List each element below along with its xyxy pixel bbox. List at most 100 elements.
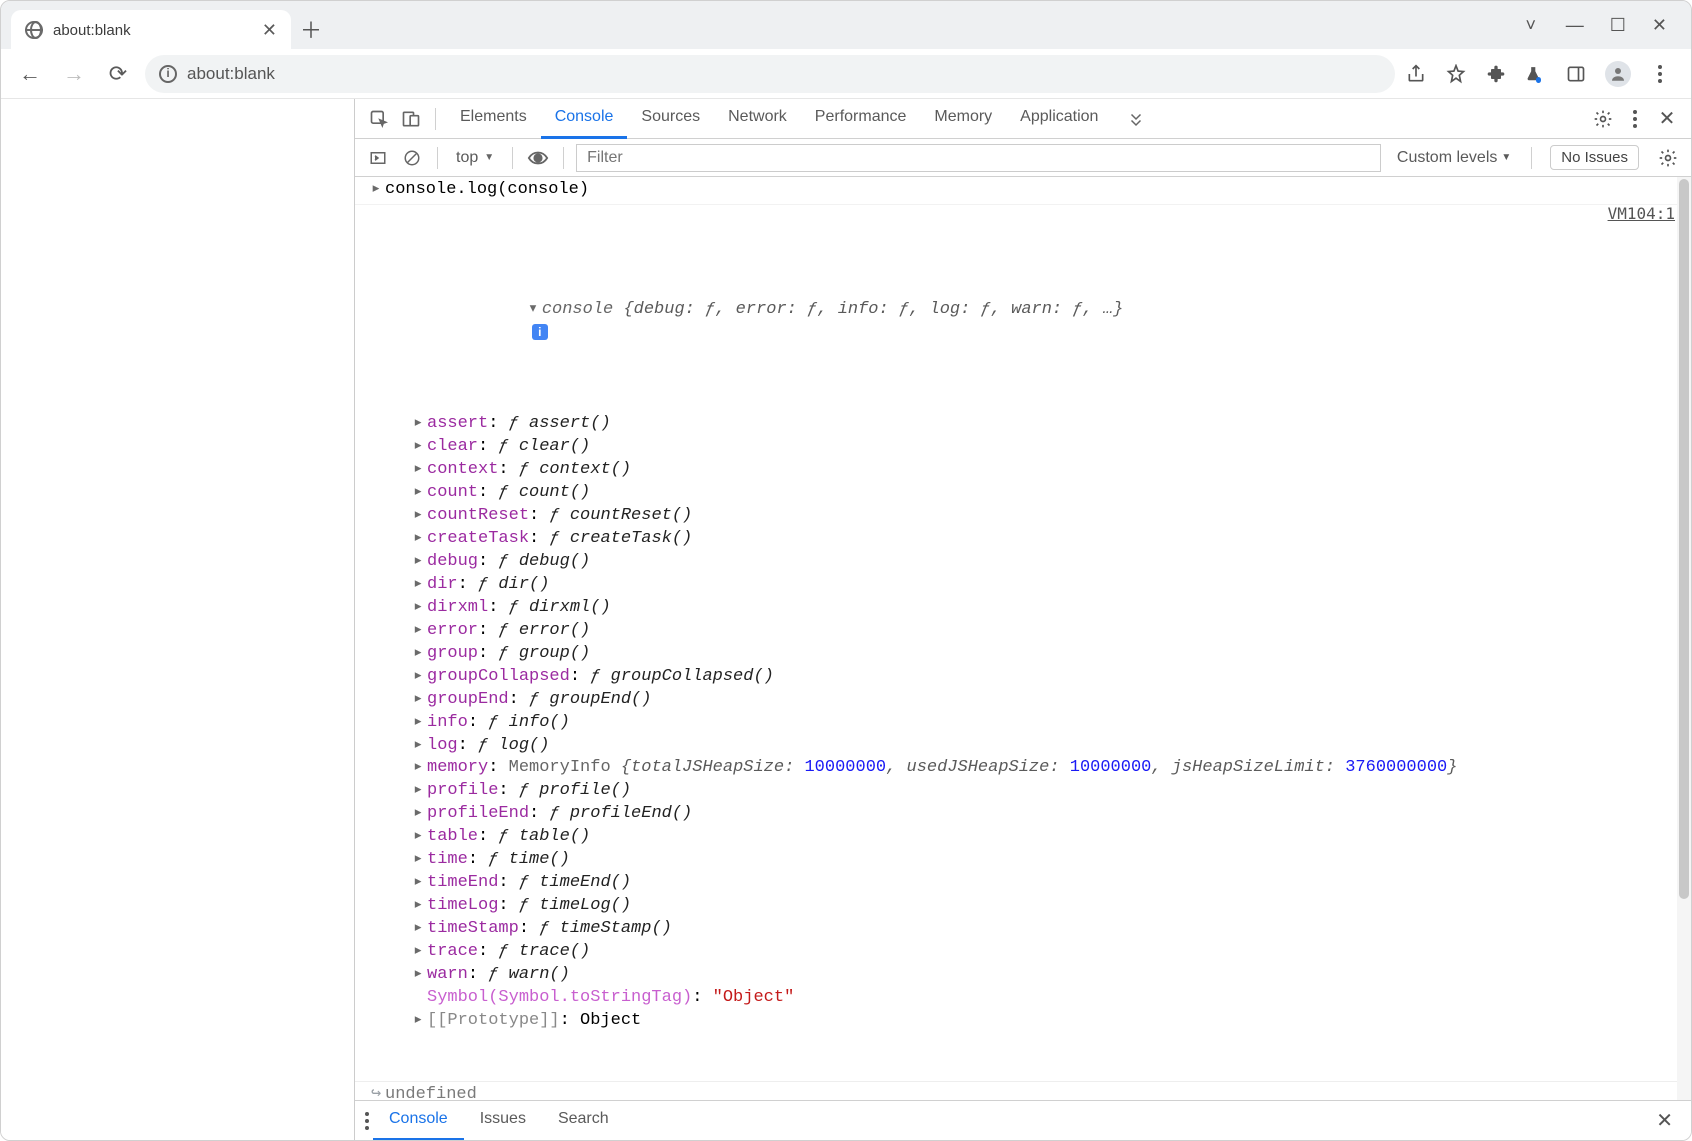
object-property[interactable]: ▸memory: MemoryInfo {totalJSHeapSize: 10… [413, 757, 1679, 780]
object-property[interactable]: ▸group: ƒ group() [413, 643, 1679, 666]
share-icon[interactable] [1405, 63, 1427, 85]
filter-input[interactable] [576, 144, 1381, 172]
tab-search-icon[interactable]: ˅ [1522, 16, 1540, 34]
console-settings-icon[interactable] [1655, 145, 1681, 171]
bookmark-icon[interactable] [1445, 63, 1467, 85]
log-levels-selector[interactable]: Custom levels ▼ [1389, 149, 1519, 167]
object-property[interactable]: ▸timeEnd: ƒ timeEnd() [413, 872, 1679, 895]
expand-icon[interactable] [369, 180, 383, 199]
devtools-tab-network[interactable]: Network [714, 99, 801, 139]
return-arrow-icon: ↩ [371, 1084, 381, 1100]
object-property[interactable]: ▸log: ƒ log() [413, 735, 1679, 758]
object-property[interactable]: ▸dir: ƒ dir() [413, 574, 1679, 597]
reload-button[interactable]: ⟳ [101, 57, 135, 91]
console-output: console.log(console) VM104:1 console {de… [355, 177, 1691, 1100]
object-property[interactable]: ▸countReset: ƒ countReset() [413, 505, 1679, 528]
object-property[interactable]: ▸timeLog: ƒ timeLog() [413, 895, 1679, 918]
labs-icon[interactable] [1525, 63, 1547, 85]
side-panel-icon[interactable] [1565, 63, 1587, 85]
tab-title: about:blank [53, 22, 252, 39]
devtools-menu-icon[interactable] [1621, 105, 1649, 133]
devtools-tab-application[interactable]: Application [1006, 99, 1112, 139]
console-log-output: VM104:1 console {debug: ƒ, error: ƒ, inf… [355, 205, 1691, 1081]
dropdown-icon: ▼ [484, 152, 494, 163]
object-property[interactable]: ▸groupCollapsed: ƒ groupCollapsed() [413, 666, 1679, 689]
collapse-icon[interactable] [528, 300, 542, 319]
object-prototype[interactable]: ▸[[Prototype]]: Object [413, 1010, 1679, 1033]
devtools-tab-elements[interactable]: Elements [446, 99, 541, 139]
site-info-icon[interactable] [159, 65, 177, 83]
console-input-echo: console.log(console) [355, 177, 1691, 205]
url-text: about:blank [187, 64, 275, 84]
object-property[interactable]: ▸groupEnd: ƒ groupEnd() [413, 689, 1679, 712]
return-value: undefined [385, 1084, 1679, 1100]
object-property[interactable]: ▸time: ƒ time() [413, 849, 1679, 872]
object-property[interactable]: ▸debug: ƒ debug() [413, 551, 1679, 574]
live-expression-icon[interactable] [525, 145, 551, 171]
devtools-tab-console[interactable]: Console [541, 99, 628, 139]
drawer-tab-console[interactable]: Console [373, 1101, 464, 1141]
context-selector[interactable]: top ▼ [450, 149, 500, 167]
browser-menu-button[interactable] [1649, 63, 1671, 85]
object-property-symbol: Symbol(Symbol.toStringTag): "Object" [413, 987, 1679, 1010]
minimize-icon[interactable]: — [1566, 15, 1584, 36]
extensions-icon[interactable] [1485, 63, 1507, 85]
back-button[interactable]: ← [13, 57, 47, 91]
new-tab-button[interactable]: ＋ [291, 9, 331, 49]
devtools-drawer: ConsoleIssuesSearch ✕ [355, 1100, 1691, 1140]
context-selector-label: top [456, 149, 478, 167]
devtools-settings-icon[interactable] [1589, 105, 1617, 133]
dropdown-icon: ▼ [1501, 152, 1511, 163]
log-levels-label: Custom levels [1397, 149, 1497, 167]
close-window-icon[interactable]: ✕ [1652, 15, 1667, 36]
drawer-close-icon[interactable]: ✕ [1648, 1108, 1681, 1133]
devtools-tab-sources[interactable]: Sources [627, 99, 714, 139]
object-property[interactable]: ▸warn: ƒ warn() [413, 964, 1679, 987]
devtools-tab-performance[interactable]: Performance [801, 99, 921, 139]
object-property[interactable]: ▸timeStamp: ƒ timeStamp() [413, 918, 1679, 941]
maximize-icon[interactable]: ☐ [1610, 15, 1626, 36]
info-badge-icon[interactable]: i [532, 324, 548, 340]
inspect-element-icon[interactable] [365, 105, 393, 133]
forward-button[interactable]: → [57, 57, 91, 91]
issues-button[interactable]: No Issues [1550, 145, 1639, 170]
console-toolbar: top ▼ Custom levels ▼ No Issues [355, 139, 1691, 177]
object-property[interactable]: ▸trace: ƒ trace() [413, 941, 1679, 964]
object-property[interactable]: ▸context: ƒ context() [413, 459, 1679, 482]
omnibox[interactable]: about:blank [145, 55, 1395, 93]
devtools-tab-memory[interactable]: Memory [920, 99, 1006, 139]
object-property[interactable]: ▸profileEnd: ƒ profileEnd() [413, 803, 1679, 826]
profile-avatar[interactable] [1605, 61, 1631, 87]
scrollbar[interactable] [1677, 177, 1691, 1100]
globe-icon [25, 21, 43, 39]
device-toolbar-icon[interactable] [397, 105, 425, 133]
object-property[interactable]: ▸dirxml: ƒ dirxml() [413, 597, 1679, 620]
object-summary[interactable]: console {debug: ƒ, error: ƒ, info: ƒ, lo… [542, 300, 1124, 319]
object-property[interactable]: ▸profile: ƒ profile() [413, 780, 1679, 803]
object-property[interactable]: ▸table: ƒ table() [413, 826, 1679, 849]
browser-toolbar: ← → ⟳ about:blank [1, 49, 1691, 99]
tabstrip: about:blank ✕ ＋ ˅ — ☐ ✕ [1, 1, 1691, 49]
drawer-tab-search[interactable]: Search [542, 1101, 625, 1141]
drawer-menu-icon[interactable] [365, 1112, 369, 1130]
console-input-text: console.log(console) [385, 179, 1679, 202]
toggle-drawer-icon[interactable] [365, 145, 391, 171]
console-return-row: ↩ undefined [355, 1081, 1691, 1100]
devtools-tablist: ElementsConsoleSourcesNetworkPerformance… [355, 99, 1691, 139]
object-property[interactable]: ▸info: ƒ info() [413, 712, 1679, 735]
object-property[interactable]: ▸error: ƒ error() [413, 620, 1679, 643]
object-property[interactable]: ▸assert: ƒ assert() [413, 413, 1679, 436]
source-link[interactable]: VM104:1 [1608, 203, 1675, 225]
object-property[interactable]: ▸clear: ƒ clear() [413, 436, 1679, 459]
drawer-tab-issues[interactable]: Issues [464, 1101, 542, 1141]
more-tabs-icon[interactable] [1122, 105, 1150, 133]
clear-console-icon[interactable] [399, 145, 425, 171]
devtools-close-icon[interactable]: ✕ [1653, 105, 1681, 133]
devtools: ElementsConsoleSourcesNetworkPerformance… [355, 99, 1691, 1140]
object-property[interactable]: ▸createTask: ƒ createTask() [413, 528, 1679, 551]
page-viewport [1, 99, 355, 1140]
close-tab-icon[interactable]: ✕ [262, 20, 277, 41]
window-controls: ˅ — ☐ ✕ [1522, 1, 1691, 49]
browser-tab[interactable]: about:blank ✕ [11, 10, 291, 50]
object-property[interactable]: ▸count: ƒ count() [413, 482, 1679, 505]
